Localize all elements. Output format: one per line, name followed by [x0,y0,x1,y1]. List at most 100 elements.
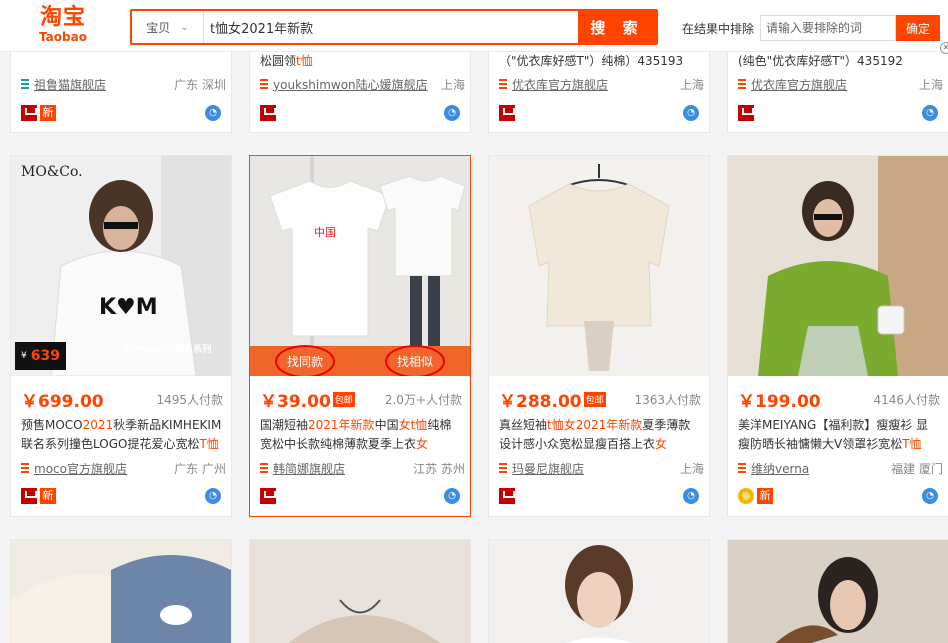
product-image[interactable]: 中国 找同款 找相似 [250,156,470,376]
shop-location: 福建 厦门 [891,461,943,476]
product-title-partial[interactable]: 松圆领t恤 [260,52,465,69]
chat-icon[interactable]: ◔ [205,488,221,504]
shop-link[interactable]: 祖鲁猫旗舰店 [34,76,170,93]
shop-location: 广东 深圳 [174,77,226,92]
price: ￥288.00 [499,391,582,412]
badge-row: 新 [738,487,773,505]
promo-price: 639 [30,348,60,364]
product-photo-illustration [728,156,948,376]
search-button[interactable]: 搜 索 [578,11,656,43]
product-title[interactable]: 美洋MEIYANG【福利款】瘦瘦衫 显瘦防晒长袖慵懒大V领罩衫宽松T恤 [738,416,940,454]
svg-text:K♥M: K♥M [99,295,158,320]
shop-link[interactable]: 优衣库官方旗舰店 [512,76,676,93]
svg-text:中国: 中国 [314,226,336,239]
product-card[interactable] [249,539,471,643]
new-badge: 新 [40,105,56,121]
sales-count: 1495人付款 [156,392,223,407]
price-row: ￥39.00 包邮 2.0万+人付款 [260,388,462,412]
search-box: 宝贝 ⌄ 搜 索 [130,9,658,45]
product-image[interactable] [11,540,231,643]
badge-row [260,104,276,122]
product-card[interactable]: K♥M MO&Co. ¥639 KIMHEKIM联名系列 ￥699.00 149… [10,155,232,517]
shop-icon [499,463,507,473]
shop-link[interactable]: 优衣库官方旗舰店 [751,76,915,93]
product-card[interactable] [488,539,710,643]
chat-icon[interactable]: ◔ [444,105,460,121]
find-same-button[interactable]: 找同款 [250,344,360,376]
title-segment-highlight: t恤女2021年新款 [547,418,643,432]
shop-link[interactable]: 玛曼尼旗舰店 [512,460,676,477]
shop-row: 韩简娜旗舰店 江苏 苏州 [260,460,465,476]
search-input[interactable] [204,11,578,43]
chat-icon[interactable]: ◔ [683,488,699,504]
price: ￥199.00 [738,391,821,412]
chat-icon[interactable]: ◔ [922,488,938,504]
product-image[interactable] [728,540,948,643]
shop-link[interactable]: moco官方旗舰店 [34,460,170,477]
exclude-input[interactable] [760,15,896,41]
title-segment: 松圆领 [260,54,297,68]
taobao-logo[interactable]: 淘宝 Taobao [32,5,94,45]
shop-icon [499,79,507,89]
shop-location: 广东 广州 [174,461,226,476]
title-segment-highlight: t恤 [296,54,313,68]
title-segment-highlight: T恤 [902,437,922,451]
price-row: ￥199.00 4146人付款 [738,388,940,412]
product-title[interactable]: 真丝短袖t恤女2021年新款夏季薄款设计感小众宽松显瘦百搭上衣女 [499,416,701,454]
promo-price-tag: ¥639 [15,342,66,370]
price-row: ￥699.00 1495人付款 [21,388,223,412]
badge-row [260,487,276,505]
product-image[interactable]: K♥M MO&Co. ¥639 KIMHEKIM联名系列 [11,156,231,376]
product-card[interactable]: ￥199.00 4146人付款 美洋MEIYANG【福利款】瘦瘦衫 显瘦防晒长袖… [727,155,948,517]
title-segment-highlight: 2021 [82,418,114,432]
product-title-partial[interactable]: (纯色"优衣库好感T"）435192 [738,52,943,69]
free-shipping-badge: 包邮 [332,391,355,407]
product-title[interactable]: 国潮短袖2021年新款中国女t恤纯棉宽松中长款纯棉薄款夏季上衣女 [260,416,462,454]
shop-link[interactable]: 韩简娜旗舰店 [273,460,409,477]
shop-row: moco官方旗舰店 广东 广州 [21,460,226,476]
tmall-icon [738,105,754,121]
badge-row: 新 [21,104,56,122]
shop-row: 优衣库官方旗舰店 上海 [738,76,943,92]
find-similar-button[interactable]: 找相似 [360,344,470,376]
brand-logo-moco: MO&Co. [21,164,83,180]
exclude-label: 在结果中排除 [682,22,755,36]
product-card[interactable] [10,539,232,643]
search-category-label: 宝贝 [146,20,171,35]
badge-row [499,104,515,122]
title-segment: 国潮短袖 [260,418,309,432]
shop-link[interactable]: 维纳verna [751,460,887,477]
product-title-partial[interactable]: （"优衣库好感T"）纯棉）435193 [499,52,704,69]
title-segment-highlight: 女 [655,437,668,451]
tmall-icon [499,488,515,504]
product-image[interactable] [728,156,948,376]
close-icon[interactable]: ✕ [940,42,948,54]
shop-link[interactable]: youkshimwon陆心媛旗舰店 [273,76,437,93]
exclude-confirm-button[interactable]: 确定 [896,15,940,41]
chat-icon[interactable]: ◔ [683,105,699,121]
price: ￥699.00 [21,391,104,412]
product-image[interactable] [489,540,709,643]
shop-icon [21,79,29,89]
shop-row: 维纳verna 福建 厦门 [738,460,943,476]
chat-icon[interactable]: ◔ [922,105,938,121]
new-badge: 新 [40,488,56,504]
title-segment-highlight: t恤 [410,418,428,432]
product-title[interactable]: 预售MOCO2021秋季新品KIMHEKIM联名系列撞色LOGO提花爱心宽松T恤 [21,416,223,454]
product-image[interactable] [250,540,470,643]
product-card-highlighted[interactable]: 中国 找同款 找相似 ￥39.00 包邮 2.0万+人付款 国潮短袖2021年新… [249,155,471,517]
title-segment: 真丝短袖 [499,418,548,432]
product-card[interactable] [727,539,948,643]
logo-text-cn: 淘宝 [39,5,86,30]
chat-icon[interactable]: ◔ [205,105,221,121]
product-card[interactable]: ￥288.00 包邮 1363人付款 真丝短袖t恤女2021年新款夏季薄款设计感… [488,155,710,517]
shop-icon [21,463,29,473]
search-category-select[interactable]: 宝贝 ⌄ [132,11,204,43]
chat-icon[interactable]: ◔ [444,488,460,504]
title-segment-highlight: 女 [398,418,411,432]
find-bar: 找同款 找相似 [250,344,470,376]
shop-icon [738,463,746,473]
sales-count: 4146人付款 [873,392,940,407]
product-image[interactable] [489,156,709,376]
shop-row: 祖鲁猫旗舰店 广东 深圳 [21,76,226,92]
